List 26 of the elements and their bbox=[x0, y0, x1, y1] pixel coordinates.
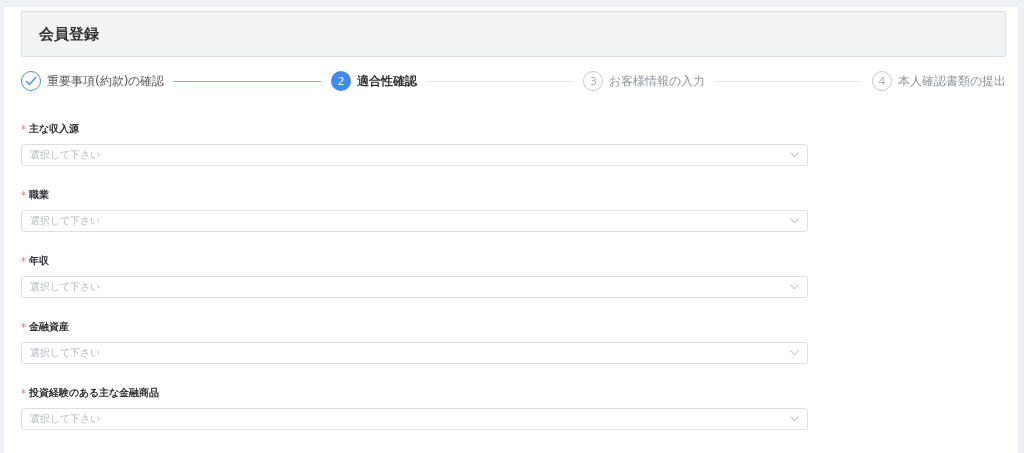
field-label: 職業 bbox=[29, 188, 49, 202]
step-label: 重要事項(約款)の確認 bbox=[47, 72, 165, 90]
chevron-down-icon bbox=[790, 152, 799, 158]
required-mark: * bbox=[21, 189, 26, 201]
chevron-down-icon bbox=[790, 350, 799, 356]
page-title: 会員登録 bbox=[39, 24, 99, 44]
field-label: 投資経験のある主な金融商品 bbox=[29, 386, 159, 400]
select-field[interactable]: 選択して下さい bbox=[21, 342, 808, 364]
field-label: 金融資産 bbox=[29, 320, 69, 334]
step-label: お客様情報の入力 bbox=[609, 72, 706, 90]
step-number: 2 bbox=[330, 71, 351, 91]
select-field[interactable]: 選択して下さい bbox=[21, 276, 808, 298]
step-label: 適合性確認 bbox=[356, 72, 417, 90]
chevron-down-icon bbox=[790, 284, 799, 290]
required-mark: * bbox=[21, 255, 26, 267]
chevron-down-icon bbox=[790, 416, 799, 422]
chevron-down-icon bbox=[790, 218, 799, 224]
field-label: 主な収入源 bbox=[29, 122, 79, 136]
required-mark: * bbox=[21, 123, 26, 135]
select-field[interactable]: 選択して下さい bbox=[21, 210, 808, 232]
required-mark: * bbox=[21, 321, 26, 333]
select-field[interactable]: 選択して下さい bbox=[21, 144, 808, 166]
select-field[interactable]: 選択して下さい bbox=[21, 408, 808, 430]
step-label: 本人確認書類の提出 bbox=[898, 72, 1006, 90]
required-mark: * bbox=[21, 387, 26, 399]
field-label: 年収 bbox=[29, 254, 49, 268]
